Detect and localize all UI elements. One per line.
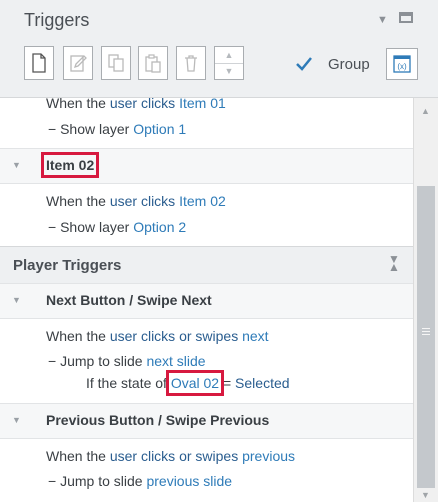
chevron-down-icon[interactable]: ▼ [12,160,21,170]
trigger-line[interactable]: When the user clicks or swipes next [46,328,413,344]
chevron-down-icon[interactable]: ▼ [12,415,21,425]
action-target-link[interactable]: previous slide [146,473,232,489]
trigger-event[interactable]: user clicks or swipes [110,448,238,464]
action-text: Show layer [60,219,130,235]
group-title-item02: Item 02 [40,152,100,178]
float-panel-icon[interactable] [399,12,413,23]
action-text: Show layer [60,121,130,137]
move-up-down-button[interactable]: ▲ ▼ [214,46,244,80]
action-dash: − [48,219,57,235]
chevron-down-icon[interactable]: ▼ [12,295,21,305]
paste-button[interactable] [138,46,168,80]
scrollbar-thumb[interactable] [417,186,435,488]
delete-button[interactable] [176,46,206,80]
edit-trigger-button[interactable] [63,46,93,80]
edit-trigger-icon [70,55,87,72]
action-target-link[interactable]: Option 1 [133,121,186,137]
group-title-next: Next Button / Swipe Next [46,292,212,308]
condition-value[interactable]: Selected [235,375,289,391]
trigger-object-link[interactable]: Item 01 [179,98,226,111]
trigger-text: When the [46,193,110,209]
trigger-line[interactable]: When the user clicks Item 01 [46,98,413,111]
panel-title: Triggers [24,10,90,30]
vertical-scrollbar[interactable]: ▲ ▼ [413,98,438,502]
collapse-icon[interactable]: ▼ [377,14,388,26]
trigger-text: When the [46,328,110,344]
copy-icon [108,54,124,72]
group-checkbox[interactable] [296,56,312,72]
move-down-icon[interactable]: ▼ [215,62,243,80]
condition-text: If the state of [86,375,167,391]
group-label: Group [328,56,370,73]
trigger-line[interactable]: When the user clicks or swipes previous [46,448,413,464]
move-up-icon[interactable]: ▲ [215,47,243,63]
action-target-link[interactable]: next slide [146,353,205,369]
player-triggers-section[interactable]: Player Triggers ▼ ▲ [0,246,413,285]
trigger-object-link[interactable]: Item 02 [179,193,226,209]
scroll-up-icon[interactable]: ▲ [421,106,430,116]
new-trigger-button[interactable] [24,46,54,80]
action-target-link[interactable]: Option 2 [133,219,186,235]
trigger-group-header[interactable]: ▼ Previous Button / Swipe Previous [0,403,413,439]
trigger-action-line[interactable]: − Jump to slide next slide [48,353,413,369]
delete-icon [185,55,197,72]
action-dash: − [48,353,57,369]
trigger-condition-line[interactable]: If the state of Oval 02 = Selected [86,370,413,396]
condition-operator: = [222,375,232,391]
trigger-action-line[interactable]: − Jump to slide previous slide [48,473,413,489]
action-dash: − [48,121,57,137]
trigger-object-link[interactable]: previous [242,448,295,464]
collapse-all-icon[interactable]: ▼ ▲ [388,253,400,273]
action-text: Jump to slide [60,473,143,489]
trigger-text: When the [46,98,110,111]
copy-button[interactable] [101,46,131,80]
variables-button[interactable]: (x) [386,48,418,80]
trigger-event[interactable]: user clicks or swipes [110,328,238,344]
paste-icon [145,54,161,73]
condition-object-link[interactable]: Oval 02 [165,370,225,396]
scroll-down-icon[interactable]: ▼ [421,490,430,500]
trigger-action-line[interactable]: − Show layer Option 2 [48,219,413,235]
svg-text:(x): (x) [397,62,407,71]
trigger-object-link[interactable]: next [242,328,268,344]
trigger-event[interactable]: user clicks [110,98,175,111]
action-text: Jump to slide [60,353,143,369]
triggers-panel-header: Triggers ▼ ▲ ▼ Group (x) [0,0,438,98]
new-trigger-icon [32,53,46,73]
section-title: Player Triggers [13,257,122,274]
trigger-action-line[interactable]: − Show layer Option 1 [48,121,413,137]
trigger-line[interactable]: When the user clicks Item 02 [46,193,413,209]
group-title-previous: Previous Button / Swipe Previous [46,412,270,428]
variables-icon: (x) [393,55,411,73]
grip-icon [422,328,430,337]
trigger-event[interactable]: user clicks [110,193,175,209]
checkmark-icon [296,57,312,71]
trigger-text: When the [46,448,110,464]
trigger-list: When the user clicks Item 01 − Show laye… [0,98,413,502]
trigger-group-header[interactable]: ▼ Item 02 [0,148,413,184]
trigger-group-header[interactable]: ▼ Next Button / Swipe Next [0,283,413,319]
action-dash: − [48,473,57,489]
